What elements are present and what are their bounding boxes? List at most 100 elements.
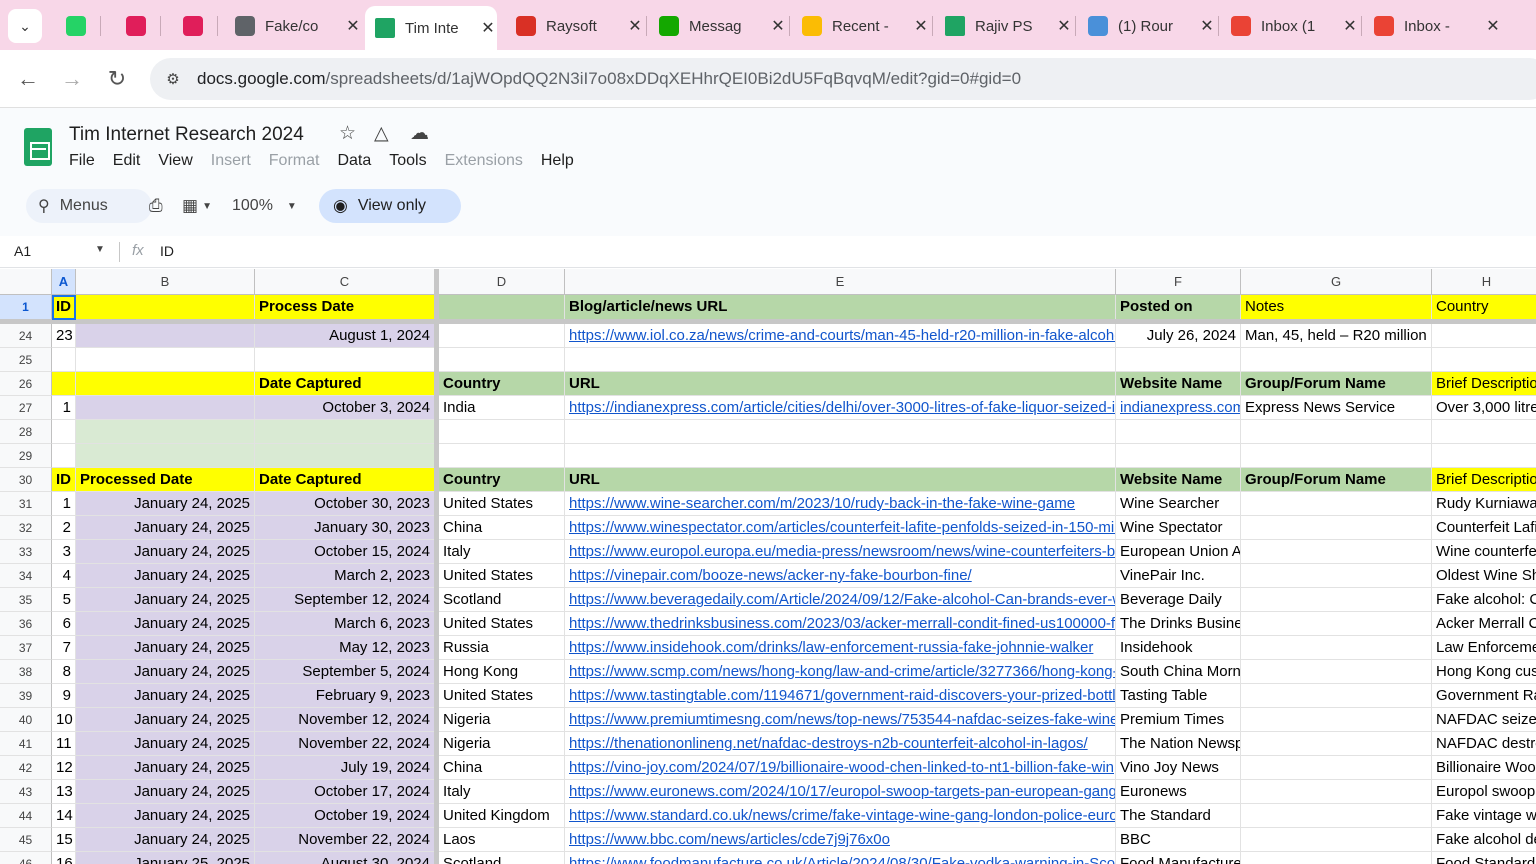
cell[interactable]: The Nation Newsp	[1116, 732, 1241, 756]
caret-down-icon[interactable]: ▼	[95, 244, 105, 255]
cell[interactable]: URL	[565, 372, 1116, 396]
cell[interactable]: ID	[52, 295, 76, 320]
row-header[interactable]: 35	[0, 588, 52, 612]
cell[interactable]: Acker Merrall C	[1432, 612, 1536, 636]
cell[interactable]: VinePair Inc.	[1116, 564, 1241, 588]
cell[interactable]	[1241, 660, 1432, 684]
cell[interactable]	[1116, 420, 1241, 444]
cell-link[interactable]: https://www.euronews.com/2024/10/17/euro…	[565, 780, 1116, 804]
cell[interactable]: Wine counterfeit	[1432, 540, 1536, 564]
move-to-drive-icon[interactable]: △	[374, 122, 389, 145]
cell[interactable]: Brief Description	[1432, 468, 1536, 492]
cell[interactable]: October 17, 2024	[255, 780, 435, 804]
menu-insert[interactable]: Insert	[211, 152, 251, 170]
column-header-a[interactable]: A	[52, 269, 76, 295]
cell[interactable]: Brief Description	[1432, 372, 1536, 396]
cell[interactable]: Man, 45, held – R20 million	[1241, 324, 1432, 348]
cell[interactable]: January 24, 2025	[76, 780, 255, 804]
cell[interactable]	[1241, 732, 1432, 756]
cell[interactable]: Wine Spectator	[1116, 516, 1241, 540]
cell[interactable]: The Standard	[1116, 804, 1241, 828]
cell[interactable]: Fake alcohol de	[1432, 828, 1536, 852]
cell[interactable]: Beverage Daily	[1116, 588, 1241, 612]
cell[interactable]: Food Standard	[1432, 852, 1536, 864]
menu-extensions[interactable]: Extensions	[445, 152, 523, 170]
row-header[interactable]: 27	[0, 396, 52, 420]
cell[interactable]: Euronews	[1116, 780, 1241, 804]
cell[interactable]: Process Date	[255, 295, 435, 320]
cell[interactable]: United States	[439, 684, 565, 708]
cell[interactable]	[565, 444, 1116, 468]
browser-tab[interactable]: Tim Inte ✕	[365, 6, 497, 50]
cell[interactable]: 1	[52, 396, 76, 420]
paint-format-button[interactable]: ▦ ▼	[182, 192, 212, 220]
cell[interactable]: United States	[439, 492, 565, 516]
name-box[interactable]: A1	[14, 243, 31, 259]
cell[interactable]: United States	[439, 564, 565, 588]
cell[interactable]: October 15, 2024	[255, 540, 435, 564]
site-info-icon[interactable]: ⚙	[162, 68, 184, 90]
menu-view[interactable]: View	[158, 152, 192, 170]
cell[interactable]: Law Enforceme	[1432, 636, 1536, 660]
cell[interactable]: October 19, 2024	[255, 804, 435, 828]
cell[interactable]: Tasting Table	[1116, 684, 1241, 708]
cell[interactable]	[439, 444, 565, 468]
cell[interactable]: Country	[439, 372, 565, 396]
cell[interactable]	[76, 348, 255, 372]
close-icon[interactable]: ✕	[912, 16, 930, 36]
browser-tab[interactable]: Inbox (1 ✕	[1223, 6, 1359, 46]
cell[interactable]	[565, 348, 1116, 372]
cell[interactable]: Government Ra	[1432, 684, 1536, 708]
row-header[interactable]: 30	[0, 468, 52, 492]
cell[interactable]	[255, 444, 435, 468]
cell[interactable]	[1241, 636, 1432, 660]
cell[interactable]: BBC	[1116, 828, 1241, 852]
cell[interactable]: January 24, 2025	[76, 684, 255, 708]
cell[interactable]	[1241, 780, 1432, 804]
cell[interactable]: China	[439, 516, 565, 540]
url-text[interactable]: docs.google.com/spreadsheets/d/1ajWOpdQQ…	[197, 69, 1021, 89]
cell-link[interactable]: https://www.insidehook.com/drinks/law-en…	[565, 636, 1116, 660]
cell[interactable]: Europol swoop	[1432, 780, 1536, 804]
frozen-rows-divider[interactable]	[0, 319, 1536, 324]
browser-tab[interactable]	[118, 6, 158, 46]
cell[interactable]	[1432, 348, 1536, 372]
cell[interactable]	[52, 420, 76, 444]
cell[interactable]: Posted on	[1116, 295, 1241, 320]
cell-link[interactable]: https://www.iol.co.za/news/crime-and-cou…	[565, 324, 1116, 348]
cell-link[interactable]: https://www.scmp.com/news/hong-kong/law-…	[565, 660, 1116, 684]
close-icon[interactable]: ✕	[479, 18, 497, 38]
cell[interactable]	[255, 348, 435, 372]
browser-tab[interactable]: Messag ✕	[651, 6, 787, 46]
cell[interactable]: 8	[52, 660, 76, 684]
menu-help[interactable]: Help	[541, 152, 574, 170]
cell[interactable]: January 24, 2025	[76, 540, 255, 564]
cell[interactable]: October 30, 2023	[255, 492, 435, 516]
cell[interactable]: 23	[52, 324, 76, 348]
cell[interactable]	[1241, 492, 1432, 516]
cell[interactable]: January 24, 2025	[76, 564, 255, 588]
cell[interactable]: January 24, 2025	[76, 756, 255, 780]
cell[interactable]: Processed Date	[76, 468, 255, 492]
cell[interactable]: Scotland	[439, 588, 565, 612]
cell[interactable]	[1241, 612, 1432, 636]
zoom-select[interactable]: 100% ▼	[232, 192, 297, 220]
cell[interactable]: URL	[565, 468, 1116, 492]
frozen-columns-divider[interactable]	[434, 269, 439, 864]
cell[interactable]: January 24, 2025	[76, 516, 255, 540]
cell[interactable]	[255, 420, 435, 444]
cell[interactable]: Date Captured	[255, 372, 435, 396]
cell[interactable]: September 5, 2024	[255, 660, 435, 684]
row-header[interactable]: 46	[0, 852, 52, 864]
cell[interactable]: November 22, 2024	[255, 732, 435, 756]
column-header-h[interactable]: H	[1432, 269, 1536, 295]
cell[interactable]: United States	[439, 612, 565, 636]
star-icon[interactable]: ☆	[339, 122, 356, 145]
cell[interactable]	[1432, 420, 1536, 444]
cell[interactable]	[1241, 564, 1432, 588]
cell[interactable]: 14	[52, 804, 76, 828]
column-header-f[interactable]: F	[1116, 269, 1241, 295]
spreadsheet-grid[interactable]: A B C D E F G H 1 ID Process Date Blog/article/news…	[0, 269, 1536, 864]
cell[interactable]: January 24, 2025	[76, 828, 255, 852]
cell[interactable]	[76, 396, 255, 420]
